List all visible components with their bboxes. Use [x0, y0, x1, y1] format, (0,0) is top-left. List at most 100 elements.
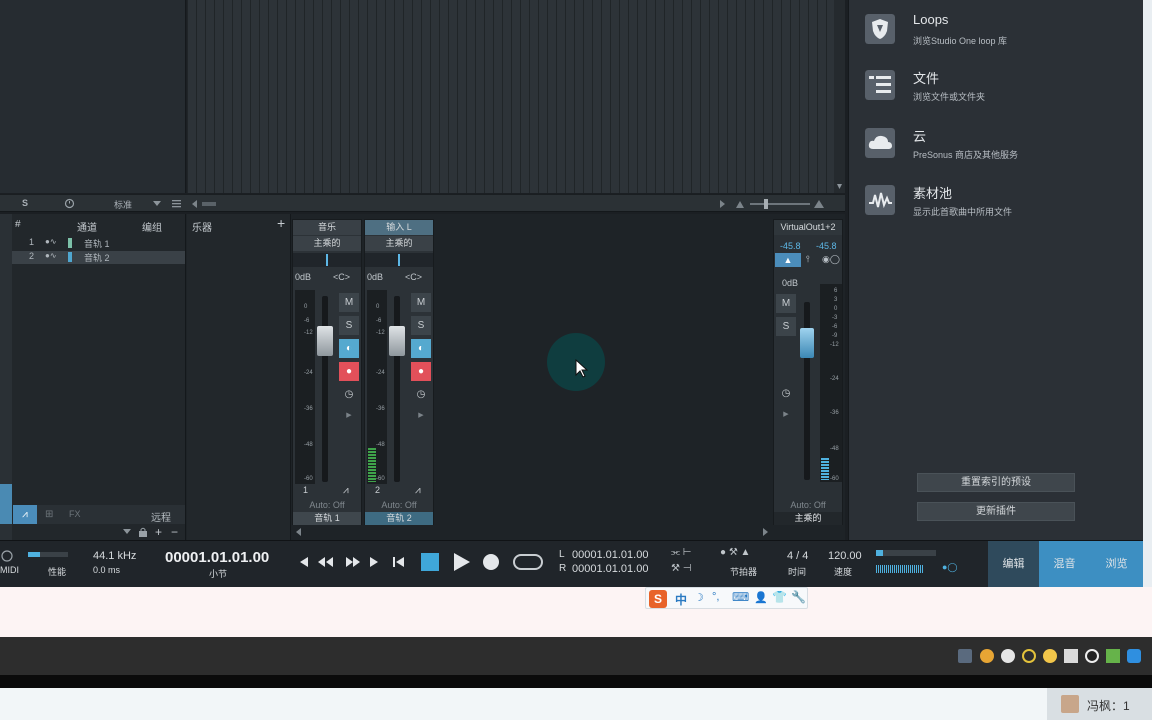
- update-plugins-button[interactable]: 更新插件: [917, 502, 1075, 521]
- tray-app-icon[interactable]: [1022, 649, 1036, 663]
- strip-input-name[interactable]: 输入 L: [365, 220, 433, 235]
- browser-item-loops[interactable]: Loops 浏览Studio One loop 库: [865, 6, 1135, 52]
- solo-button[interactable]: S: [339, 316, 359, 335]
- volume-fader-track[interactable]: [322, 296, 328, 482]
- waveform-icon[interactable]: ⩘: [415, 485, 421, 496]
- master-output-name[interactable]: VirtualOut1+2: [774, 220, 842, 235]
- volume-fader-track[interactable]: [394, 296, 400, 482]
- mute-button[interactable]: M: [339, 293, 359, 312]
- tray-app-icon[interactable]: [1064, 649, 1078, 663]
- tab-edit[interactable]: 编辑: [988, 541, 1039, 588]
- browser-item-files[interactable]: 文件 浏览文件或文件夹: [865, 62, 1135, 108]
- tab-browse[interactable]: 浏览: [1090, 541, 1143, 588]
- lock-icon[interactable]: [138, 527, 148, 537]
- left-locator[interactable]: 00001.01.01.00: [572, 549, 648, 561]
- menu-icon[interactable]: [172, 199, 181, 208]
- clock-icon[interactable]: [64, 198, 75, 209]
- pan-slider[interactable]: [293, 253, 361, 267]
- remote-toggle[interactable]: 远程: [151, 509, 171, 524]
- midi-icon[interactable]: [0, 549, 14, 563]
- rewind-icon[interactable]: [318, 557, 325, 567]
- play-icon[interactable]: [452, 551, 472, 573]
- waveform-icon[interactable]: ⩘: [343, 485, 349, 496]
- tray-app-icon[interactable]: [1127, 649, 1141, 663]
- chevron-down-icon[interactable]: [123, 529, 131, 535]
- waveform-toggle-icon[interactable]: ⩘: [13, 505, 37, 524]
- tool-icon[interactable]: ⚒ ⊣: [671, 563, 691, 574]
- automation-mode[interactable]: Auto: Off: [293, 500, 361, 510]
- punctuation-icon[interactable]: °,: [712, 591, 719, 603]
- record-arm-icon[interactable]: ●: [339, 362, 359, 381]
- tab-mix[interactable]: 混音: [1039, 541, 1090, 588]
- record-icon[interactable]: [481, 552, 501, 572]
- monitor-icon[interactable]: ●∿: [45, 237, 57, 246]
- horizontal-scrollbar[interactable]: [192, 200, 218, 208]
- automation-clock-icon[interactable]: ◷: [411, 385, 431, 404]
- tray-app-icon[interactable]: [980, 649, 994, 663]
- punch-icon[interactable]: ⫘ ⊢: [671, 547, 692, 558]
- strip-input-name[interactable]: 音乐: [293, 220, 361, 235]
- channel-list-row[interactable]: 1 ●∿ 音轨 1: [12, 237, 185, 250]
- link-toggle-icon[interactable]: ◉◯: [822, 254, 840, 265]
- wrench-icon[interactable]: 🔧: [791, 590, 806, 604]
- arrange-timeline-grid[interactable]: [187, 0, 845, 193]
- time-signature[interactable]: 4 / 4: [787, 550, 808, 562]
- qq-tray-icon[interactable]: [1085, 649, 1099, 663]
- master-track-name[interactable]: 主乘的: [774, 512, 842, 525]
- browser-item-cloud[interactable]: 云 PreSonus 商店及其他服务: [865, 120, 1135, 166]
- mute-button[interactable]: M: [411, 293, 431, 312]
- solo-filter-button[interactable]: S: [22, 198, 28, 208]
- strip-output-bus[interactable]: 主乘的: [365, 236, 433, 251]
- grid-icon[interactable]: ⊞: [45, 509, 53, 520]
- scroll-down-arrow-icon[interactable]: [834, 0, 845, 193]
- chevron-down-icon[interactable]: [153, 201, 161, 207]
- master-solo-button[interactable]: S: [776, 317, 796, 336]
- monitor-icon[interactable]: ◐: [411, 339, 431, 358]
- automation-clock-icon[interactable]: ◷: [776, 384, 796, 403]
- loop-icon[interactable]: [512, 552, 544, 572]
- metronome-settings-icon[interactable]: ● ⚒ ▲: [720, 547, 750, 558]
- master-automation-mode[interactable]: Auto: Off: [774, 500, 842, 510]
- master-fader-handle[interactable]: [800, 328, 814, 358]
- keyboard-icon[interactable]: ⌨: [732, 590, 749, 604]
- volume-fader-handle[interactable]: [317, 326, 333, 356]
- strip-track-name[interactable]: 音轨 2: [365, 512, 433, 525]
- monitor-icon[interactable]: ◐: [339, 339, 359, 358]
- user-badge[interactable]: 冯枫：1: [1047, 688, 1152, 720]
- channel-list-row[interactable]: 2 ●∿ 音轨 2: [12, 251, 185, 264]
- metronome-icon[interactable]: ▲: [775, 253, 801, 267]
- return-to-start-icon[interactable]: [393, 557, 395, 567]
- browser-item-pool[interactable]: 素材池 显示此首歌曲中所用文件: [865, 177, 1135, 223]
- sogou-logo-icon[interactable]: S: [649, 590, 667, 608]
- play-small-icon[interactable]: ▶: [411, 406, 431, 425]
- tray-app-icon[interactable]: [1043, 649, 1057, 663]
- user-icon[interactable]: 👤: [754, 591, 768, 604]
- automation-clock-icon[interactable]: ◷: [339, 385, 359, 404]
- forward-icon[interactable]: [370, 557, 378, 567]
- master-mute-button[interactable]: M: [776, 294, 796, 313]
- tray-app-icon[interactable]: [958, 649, 972, 663]
- ime-language-toggle[interactable]: 中: [675, 591, 687, 608]
- add-channel-icon[interactable]: +: [155, 525, 162, 539]
- wechat-tray-icon[interactable]: [1001, 649, 1015, 663]
- monitor-icon[interactable]: ●∿: [45, 251, 57, 260]
- zoom-preset-select[interactable]: 标准: [114, 198, 132, 211]
- skin-icon[interactable]: 👕: [772, 590, 787, 604]
- strip-output-bus[interactable]: 主乘的: [293, 236, 361, 251]
- automation-mode[interactable]: Auto: Off: [365, 500, 433, 510]
- play-small-icon[interactable]: ▶: [339, 406, 359, 425]
- remove-channel-icon[interactable]: −: [171, 525, 178, 539]
- half-width-icon[interactable]: ☽: [694, 591, 704, 604]
- back-icon[interactable]: [300, 557, 308, 567]
- fx-toggle[interactable]: FX: [69, 509, 81, 519]
- mixer-horizontal-scrollbar[interactable]: [292, 526, 772, 538]
- solo-button[interactable]: S: [411, 316, 431, 335]
- reset-index-button[interactable]: 重置索引的预设: [917, 473, 1075, 492]
- stop-button[interactable]: [421, 553, 439, 571]
- pan-slider[interactable]: [365, 253, 433, 267]
- fast-forward-icon[interactable]: [346, 557, 353, 567]
- song-position[interactable]: 00001.01.01.00: [165, 549, 269, 566]
- arrange-vertical-scrollbar[interactable]: [834, 0, 845, 193]
- play-small-icon[interactable]: ▶: [776, 405, 796, 424]
- volume-fader-handle[interactable]: [389, 326, 405, 356]
